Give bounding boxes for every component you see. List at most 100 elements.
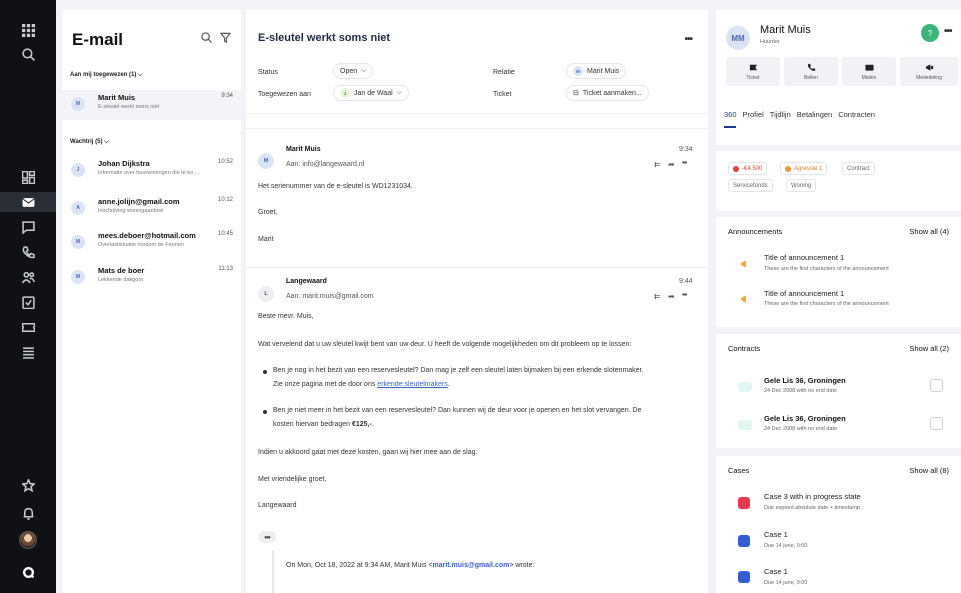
reply-all-icon[interactable]: ⇇ [654,160,661,169]
chevron-down-icon: ⌵ [396,89,402,96]
mail-subject: E-sleutel werkt soms niet [258,32,391,44]
mail-icon[interactable] [0,192,56,212]
sender-name: anne.jolijn@gmail.com [98,197,180,206]
star-icon[interactable] [0,475,56,495]
relation-pill[interactable]: M Marit Muis [566,63,627,79]
sleutelmakers-link[interactable]: erkende sleutelmakers [377,381,447,388]
brand-logo [0,562,56,582]
case-title[interactable]: Case 1 [764,530,788,539]
bell-icon[interactable] [0,503,56,523]
ticket-icon[interactable] [0,317,56,337]
quote-bar [272,550,274,593]
body-text: Met vriendelijke groet, [258,476,327,483]
apps-grid-icon[interactable] [0,20,56,40]
list-item[interactable]: A anne.jolijn@gmail.com Inschrijving won… [62,194,241,224]
body-text: Het serienummer van de e-sleutel is WD12… [258,183,413,190]
phone-icon[interactable] [0,242,56,262]
megaphone-icon [741,295,746,303]
show-all-link[interactable]: Show all (4) [909,227,949,236]
time: 9:44 [679,278,693,285]
snippet: Lekkende dakgoot [98,277,143,283]
body-text: Ben je nog in het bezit van een reserves… [273,367,644,374]
tags-card: -€4.500 Agressie 1 Contract Servicefonds… [716,151,961,211]
aggression-tag[interactable]: Agressie 1 [780,162,828,175]
announcement-text: These are the first characters of the an… [764,301,889,307]
show-quoted-button[interactable]: ••• [258,531,276,543]
body-text: kosten hiervan bedragen €125,-. [273,421,374,428]
tab-profiel[interactable]: Profiel [743,110,764,119]
mail-action-button[interactable]: Mailen [842,57,896,86]
contract-tag[interactable]: Contract [842,162,875,175]
chevron-down-icon: ⌵ [138,72,143,78]
filter-icon[interactable] [219,32,232,46]
status-select[interactable]: Open ⌵ [333,63,374,79]
user-avatar[interactable] [0,530,56,550]
list-icon[interactable] [0,342,56,362]
list-item[interactable]: M Mats de boer Lekkende dakgoot 11:13 [62,263,241,293]
contract-title[interactable]: Gele Lis 36, Groningen [764,376,846,385]
case-title[interactable]: Case 3 with in progress state [764,492,861,501]
people-icon[interactable] [0,267,56,287]
contract-title[interactable]: Gele Lis 36, Groningen [764,414,846,423]
document-icon[interactable] [930,379,943,392]
search-icon[interactable] [201,32,212,46]
chevron-down-icon: ⌵ [361,67,367,74]
list-item[interactable]: M Marit Muis E-sleutel werkt soms niet 9… [62,90,241,120]
list-item[interactable]: M mees.deboer@hotmail.com Overlastsituat… [62,228,241,258]
announcement-title[interactable]: Title of announcement 1 [764,289,844,298]
body-text: Langewaard [258,502,297,509]
tab-betalingen[interactable]: Betalingen [797,110,832,119]
chat-icon[interactable] [0,217,56,237]
snippet: Informatie over huurwoningen die te ko .… [98,170,200,176]
tab-contracten[interactable]: Contracten [838,110,875,119]
ticket-action-button[interactable]: Ticket [726,57,780,86]
forward-icon[interactable]: ➦ [668,160,675,169]
time: 9:34 [679,146,693,153]
announcement-action-button[interactable]: Mededeling [900,57,958,86]
case-text: Due 14 june, 9:00 [764,580,808,586]
more-icon[interactable]: ••• [682,160,687,167]
forward-icon[interactable]: ➦ [668,292,675,301]
assigned-group-header[interactable]: Aan mij toegewezen (1) ⌵ [70,72,143,79]
mail-panel: E-sleutel werkt soms niet ••• Status Ope… [246,10,708,593]
show-all-link[interactable]: Show all (8) [909,466,949,475]
sender-name: Marit Muis [98,93,136,102]
quote-header: On Mon, Oct 18, 2022 at 9:34 AM, Marit M… [286,562,535,569]
document-icon[interactable] [930,417,943,430]
contract-text: 24 Dec 2008 with no end date [764,388,838,394]
more-icon[interactable]: ••• [682,292,687,299]
bullet [263,410,267,414]
active-tab-indicator [724,126,736,128]
waiting-group-header[interactable]: Wachtrij (5) ⌵ [70,139,109,146]
help-button[interactable]: ? [921,24,939,42]
sender-name: Johan Dijkstra [98,159,150,168]
bullet [263,370,267,374]
tab-360[interactable]: 360 [724,110,737,119]
case-title[interactable]: Case 1 [764,567,788,576]
create-ticket-button[interactable]: ⊟ Ticket aanmaken... [566,85,649,101]
more-icon[interactable]: ••• [684,34,692,45]
search-icon[interactable] [0,44,56,64]
case-text: Due expired absolute date + timestamp [764,505,860,511]
housing-tag[interactable]: Woning [786,179,817,192]
assignee-select[interactable]: J Jan de Waal ⌵ [333,85,409,101]
snippet: Overlastsituatie rondom de Fennen [98,242,184,248]
card-title: Announcements [728,227,783,236]
dashboard-icon[interactable] [0,167,56,187]
avatar: MM [726,26,750,50]
checklist-icon[interactable] [0,292,56,312]
reply-all-icon[interactable]: ⇇ [654,292,661,301]
phone-icon [807,63,815,71]
announcement-title[interactable]: Title of announcement 1 [764,253,844,262]
case-text: Due 14 june, 9:00 [764,543,808,549]
show-all-link[interactable]: Show all (2) [909,344,949,353]
contract-icon [738,420,752,430]
service-tag[interactable]: Servicefonds [728,179,773,192]
tab-tijdlijn[interactable]: Tijdlijn [770,110,791,119]
call-action-button[interactable]: Bellen [784,57,838,86]
list-item[interactable]: J Johan Dijkstra Informatie over huurwon… [62,156,241,186]
avatar: L [258,286,274,302]
more-icon[interactable]: ••• [944,26,952,37]
avatar: J [340,88,350,98]
debt-tag[interactable]: -€4.500 [728,162,768,175]
